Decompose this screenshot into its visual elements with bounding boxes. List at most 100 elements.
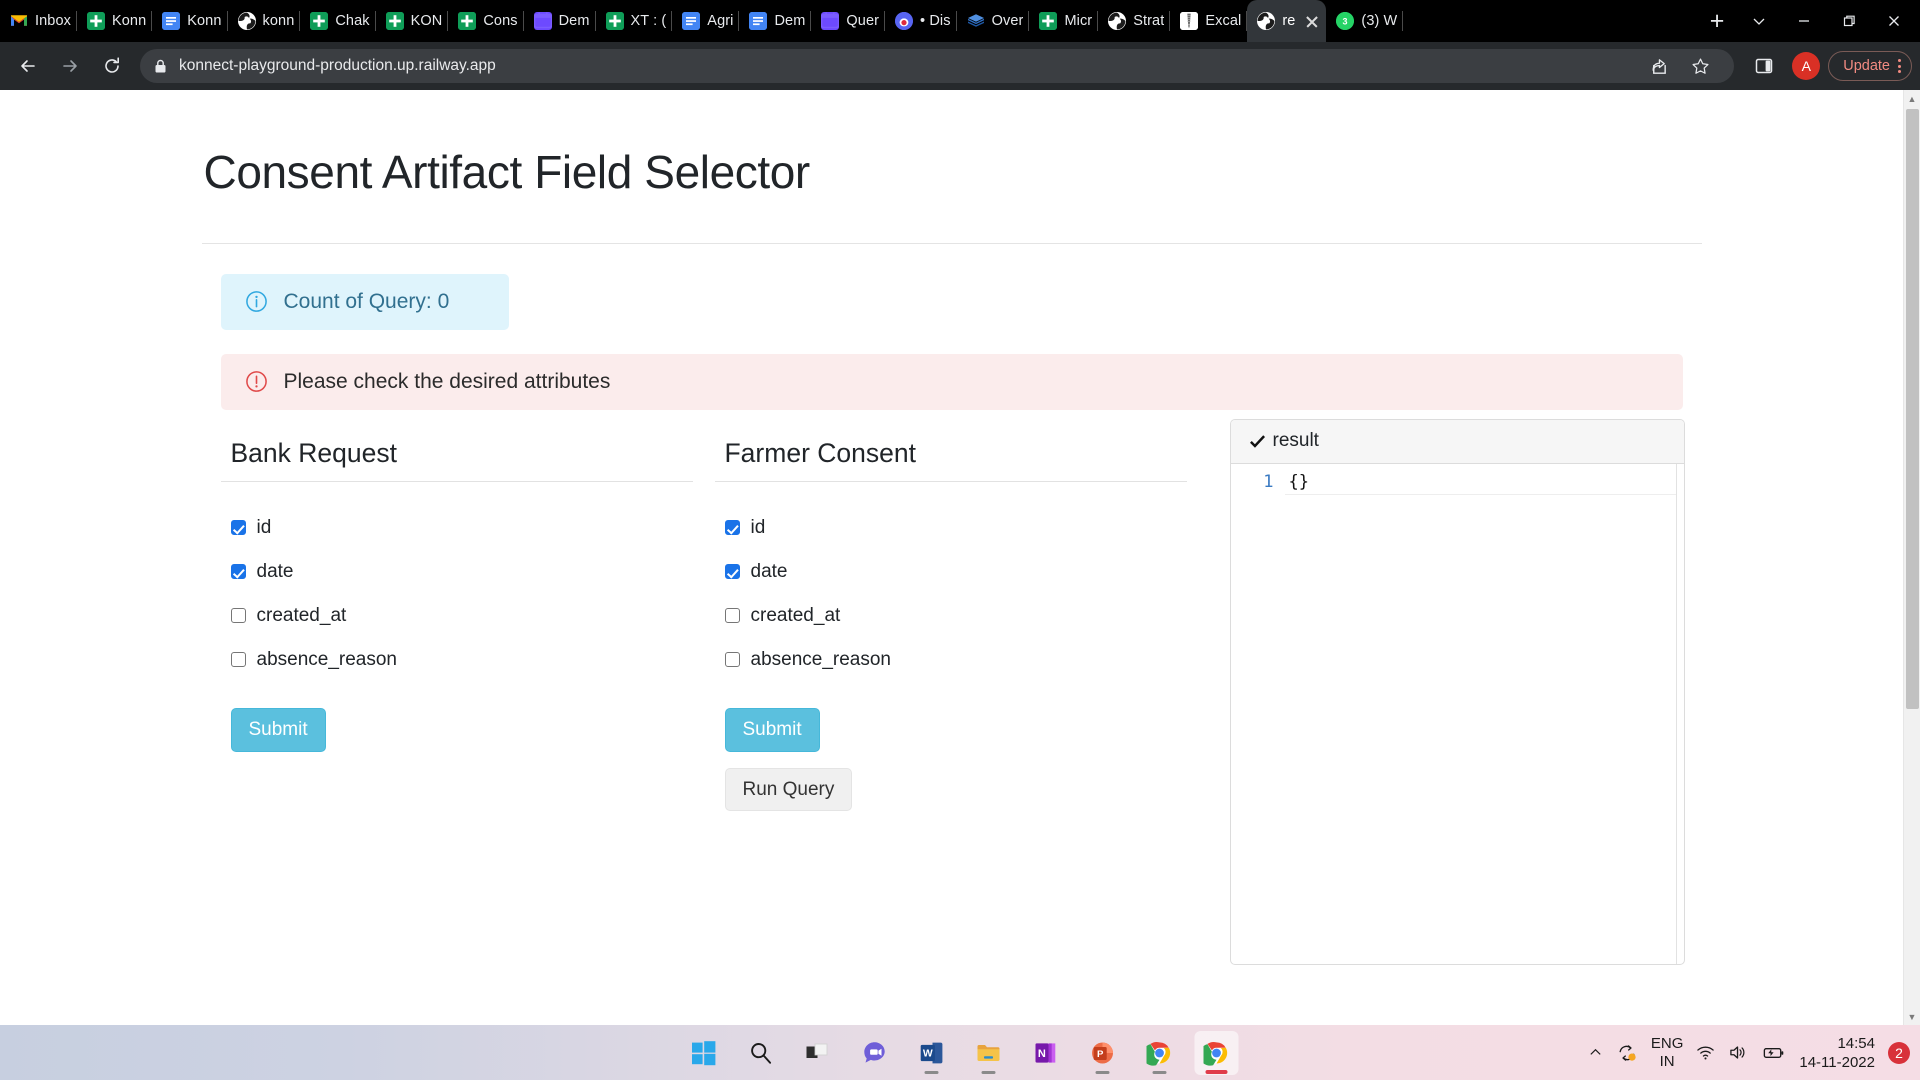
chrome-active-button[interactable] [1194,1030,1239,1075]
browser-tab[interactable]: Dem [739,0,812,42]
google-sheets-icon [310,12,329,30]
submit-button[interactable]: Submit [230,707,326,752]
checkbox-row[interactable]: date [230,550,693,594]
address-bar[interactable]: konnect-playground-production.up.railway… [140,46,1735,86]
browser-tab[interactable]: KON [376,0,449,42]
wifi-icon[interactable] [1696,1044,1715,1061]
svg-text:N: N [1038,1048,1046,1060]
checkbox-row[interactable]: created_at [724,594,1187,638]
clock[interactable]: 14:54 14-11-2022 [1799,1034,1875,1072]
language-indicator[interactable]: ENG IN [1651,1035,1684,1071]
tab-search-icon[interactable] [1736,0,1781,42]
checkbox-row[interactable]: created_at [230,594,693,638]
forward-icon[interactable] [50,46,90,86]
tab-title: KON [410,13,443,29]
checkbox-created_at[interactable] [724,608,740,624]
code-area[interactable]: {} [1284,463,1684,964]
share-icon[interactable] [1638,46,1678,86]
tab-title: Konn [111,13,147,29]
word-button[interactable]: W [910,1031,954,1075]
running-indicator [924,1070,939,1074]
browser-tab[interactable]: Cons [448,0,524,42]
checkbox-date[interactable] [724,564,740,580]
globe-icon [237,12,256,30]
show-hidden-icons-chevron-icon[interactable] [1588,1045,1603,1060]
line-number-gutter: 1 [1231,464,1285,964]
avatar[interactable]: A [1792,52,1821,80]
restore-icon[interactable] [1826,0,1871,42]
browser-tab[interactable]: Konn [152,0,228,42]
browser-tab[interactable]: Inbox [0,0,77,42]
browser-tab[interactable]: 3 (3) W [1326,0,1404,42]
checkbox-date[interactable] [230,564,246,580]
new-tab-button[interactable] [1698,0,1736,42]
chrome-menu-icon[interactable] [1898,59,1901,73]
thunder-client-icon [821,12,840,30]
powerpoint-button[interactable]: P [1081,1031,1125,1075]
back-icon[interactable] [8,46,48,86]
checkbox-row[interactable]: absence_reason [724,638,1187,682]
checkbox-id[interactable] [724,520,740,536]
sync-icon[interactable] [1616,1043,1638,1063]
checkbox-id[interactable] [230,520,246,536]
browser-tab[interactable]: Quer [811,0,886,42]
browser-tab[interactable]: Micr [1029,0,1099,42]
checkbox-row[interactable]: id [230,506,693,550]
checkbox-label: id [256,516,272,538]
checkbox-label: absence_reason [750,648,892,670]
tab-title: Quer [846,13,880,29]
teams-button[interactable] [853,1031,897,1075]
page-title: Consent Artifact Field Selector [203,146,811,198]
page-viewport: Consent Artifact Field Selector Count of… [0,90,1920,1025]
checkbox-row[interactable]: date [724,550,1187,594]
browser-tab[interactable]: Strat [1098,0,1171,42]
browser-tab[interactable]: Konn [77,0,153,42]
side-panel-icon[interactable] [1744,46,1784,86]
scroll-down-arrow[interactable]: ▼ [1904,1008,1920,1025]
chrome-button[interactable] [1138,1031,1182,1075]
browser-tab[interactable]: XT : ( [596,0,673,42]
tab-strip: Inbox Konn Konn konn Chak KON Cons Dem XT : (Agr… [0,0,1920,42]
browser-tab[interactable]: re [1247,0,1327,42]
scroll-up-arrow[interactable]: ▲ [1904,90,1920,107]
checkbox-group: id date created_at absence_reason [715,482,1187,682]
notification-badge[interactable]: 2 [1888,1041,1910,1064]
search-button[interactable] [739,1031,783,1075]
start-button[interactable] [682,1031,726,1075]
browser-tab[interactable]: Excal [1170,0,1248,42]
browser-tab[interactable]: • Dis [885,0,957,42]
checkbox-label: absence_reason [256,648,398,670]
checkbox-absence_reason[interactable] [230,652,246,668]
file-explorer-button[interactable] [967,1031,1011,1075]
result-panel-body[interactable]: 1 {} [1231,463,1684,964]
checkbox-row[interactable]: id [724,506,1187,550]
onenote-button[interactable]: N [1024,1031,1068,1075]
language-line-1: ENG [1650,1034,1684,1052]
submit-button[interactable]: Submit [724,707,820,752]
web-page: Consent Artifact Field Selector Count of… [0,90,1903,1025]
battery-charging-icon[interactable] [1761,1045,1786,1061]
update-button[interactable]: Update [1828,51,1912,81]
close-window-icon[interactable] [1871,0,1916,42]
clock-time: 14:54 [1837,1034,1875,1052]
tab-title: Dem [558,13,590,29]
scrollbar-thumb[interactable] [1906,109,1919,709]
checkbox-row[interactable]: absence_reason [230,638,693,682]
browser-tab[interactable]: Dem [524,0,596,42]
browser-tab[interactable]: Chak [300,0,376,42]
browser-tab[interactable]: Over [957,0,1030,42]
run-query-button[interactable]: Run Query [724,767,853,812]
google-sheets-icon [385,12,404,30]
page-scrollbar[interactable]: ▲ ▼ [1903,90,1920,1025]
checkbox-created_at[interactable] [230,608,246,624]
browser-tab[interactable]: konn [228,0,301,42]
bookmark-star-icon[interactable] [1680,46,1720,86]
checkbox-absence_reason[interactable] [724,652,740,668]
browser-toolbar: konnect-playground-production.up.railway… [0,42,1920,90]
volume-icon[interactable] [1728,1044,1748,1061]
reload-icon[interactable] [92,46,132,86]
task-view-button[interactable] [796,1031,840,1075]
browser-tab[interactable]: Agri [672,0,740,42]
close-tab-icon[interactable] [1302,11,1322,31]
minimize-icon[interactable] [1781,0,1826,42]
